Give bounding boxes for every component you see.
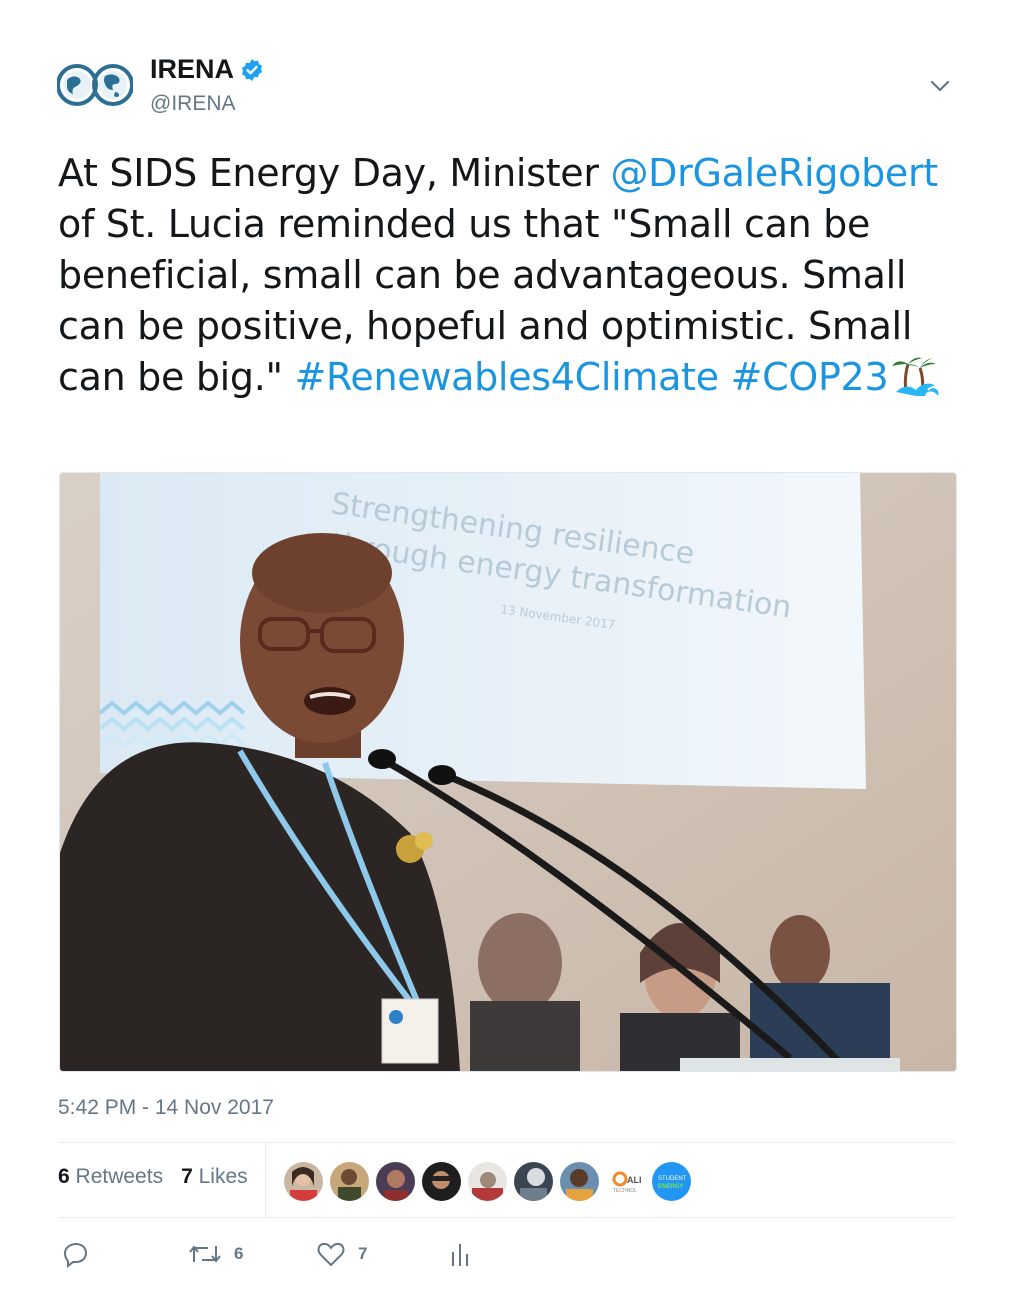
hashtag-cop23[interactable]: #COP23 <box>731 355 889 399</box>
reply-icon <box>63 1242 88 1268</box>
retweet-button[interactable]: 6 <box>188 1240 243 1268</box>
avatar-photo-icon <box>284 1162 323 1201</box>
avatar-photo-icon <box>560 1162 599 1201</box>
ali-technol-logo-icon: ALI TECHNOL <box>606 1162 645 1201</box>
avatar-photo-icon <box>468 1162 507 1201</box>
speaker-photo: Strengthening resilience through energy … <box>60 473 956 1071</box>
likes-label: Likes <box>198 1165 248 1188</box>
mention-link[interactable]: @DrGaleRigobert <box>610 151 938 195</box>
svg-text:TECHNOL: TECHNOL <box>613 1188 637 1194</box>
liker-avatar-1[interactable] <box>284 1162 323 1201</box>
tweet-text: At SIDS Energy Day, Minister @DrGaleRigo… <box>58 148 963 403</box>
avatar-photo-icon <box>422 1162 461 1201</box>
liker-avatar-3[interactable] <box>376 1162 415 1201</box>
svg-text:ALI: ALI <box>627 1175 642 1185</box>
account-avatar[interactable] <box>56 60 134 110</box>
account-name-row: IRENA <box>150 54 264 85</box>
avatar-photo-icon <box>376 1162 415 1201</box>
retweets-stat[interactable]: 6 Retweets <box>58 1165 163 1189</box>
liker-avatar-6[interactable] <box>514 1162 553 1201</box>
avatar-photo-icon <box>330 1162 369 1201</box>
liker-avatar-ali-technol[interactable]: ALI TECHNOL <box>606 1162 645 1201</box>
tweet-timestamp[interactable]: 5:42 PM - 14 Nov 2017 <box>58 1096 274 1120</box>
liker-avatar-5[interactable] <box>468 1162 507 1201</box>
tweet-actions: 6 7 <box>60 1240 520 1276</box>
analytics-button[interactable] <box>448 1240 472 1268</box>
retweet-icon <box>189 1245 221 1263</box>
verified-badge-icon <box>242 58 263 81</box>
island-wave-emoji-icon <box>892 356 940 396</box>
liker-avatar-4[interactable] <box>422 1162 461 1201</box>
svg-text:ENERGY: ENERGY <box>658 1184 683 1190</box>
heart-icon <box>317 1242 345 1267</box>
tweet-photo[interactable]: Strengthening resilience through energy … <box>59 472 957 1072</box>
svg-text:STUDENT: STUDENT <box>658 1176 687 1182</box>
hashtag-renewables4climate[interactable]: #Renewables4Climate <box>294 355 719 399</box>
student-energy-logo-icon: STUDENT ENERGY <box>652 1162 691 1201</box>
retweets-count: 6 <box>58 1165 70 1188</box>
like-button[interactable]: 7 <box>316 1240 367 1268</box>
likes-count: 7 <box>181 1165 193 1188</box>
avatar-photo-icon <box>514 1162 553 1201</box>
reply-button[interactable] <box>62 1240 90 1268</box>
chevron-down-icon[interactable] <box>926 74 954 98</box>
liker-avatar-7[interactable] <box>560 1162 599 1201</box>
likers-avatars: ALI TECHNOL STUDENT ENERGY <box>284 1162 691 1201</box>
tweet-stats: 6 Retweets 7 Likes <box>58 1165 248 1189</box>
account-name[interactable]: IRENA <box>150 54 234 85</box>
stats-separator <box>265 1143 266 1217</box>
liker-avatar-2[interactable] <box>330 1162 369 1201</box>
account-handle[interactable]: @IRENA <box>150 92 236 116</box>
tweet-text-intro: At SIDS Energy Day, Minister <box>58 151 599 195</box>
retweet-count: 6 <box>234 1244 244 1263</box>
retweets-label: Retweets <box>75 1165 164 1188</box>
liker-avatar-student-energy[interactable]: STUDENT ENERGY <box>652 1162 691 1201</box>
irena-globe-logo-icon <box>56 64 134 106</box>
like-count: 7 <box>358 1244 368 1263</box>
likes-stat[interactable]: 7 Likes <box>181 1165 248 1189</box>
analytics-icon <box>452 1244 468 1266</box>
divider-top <box>58 1142 954 1143</box>
tweet-card: IRENA @IRENA At SIDS Energy Day, Ministe… <box>0 0 1013 1291</box>
divider-bottom <box>58 1217 954 1218</box>
